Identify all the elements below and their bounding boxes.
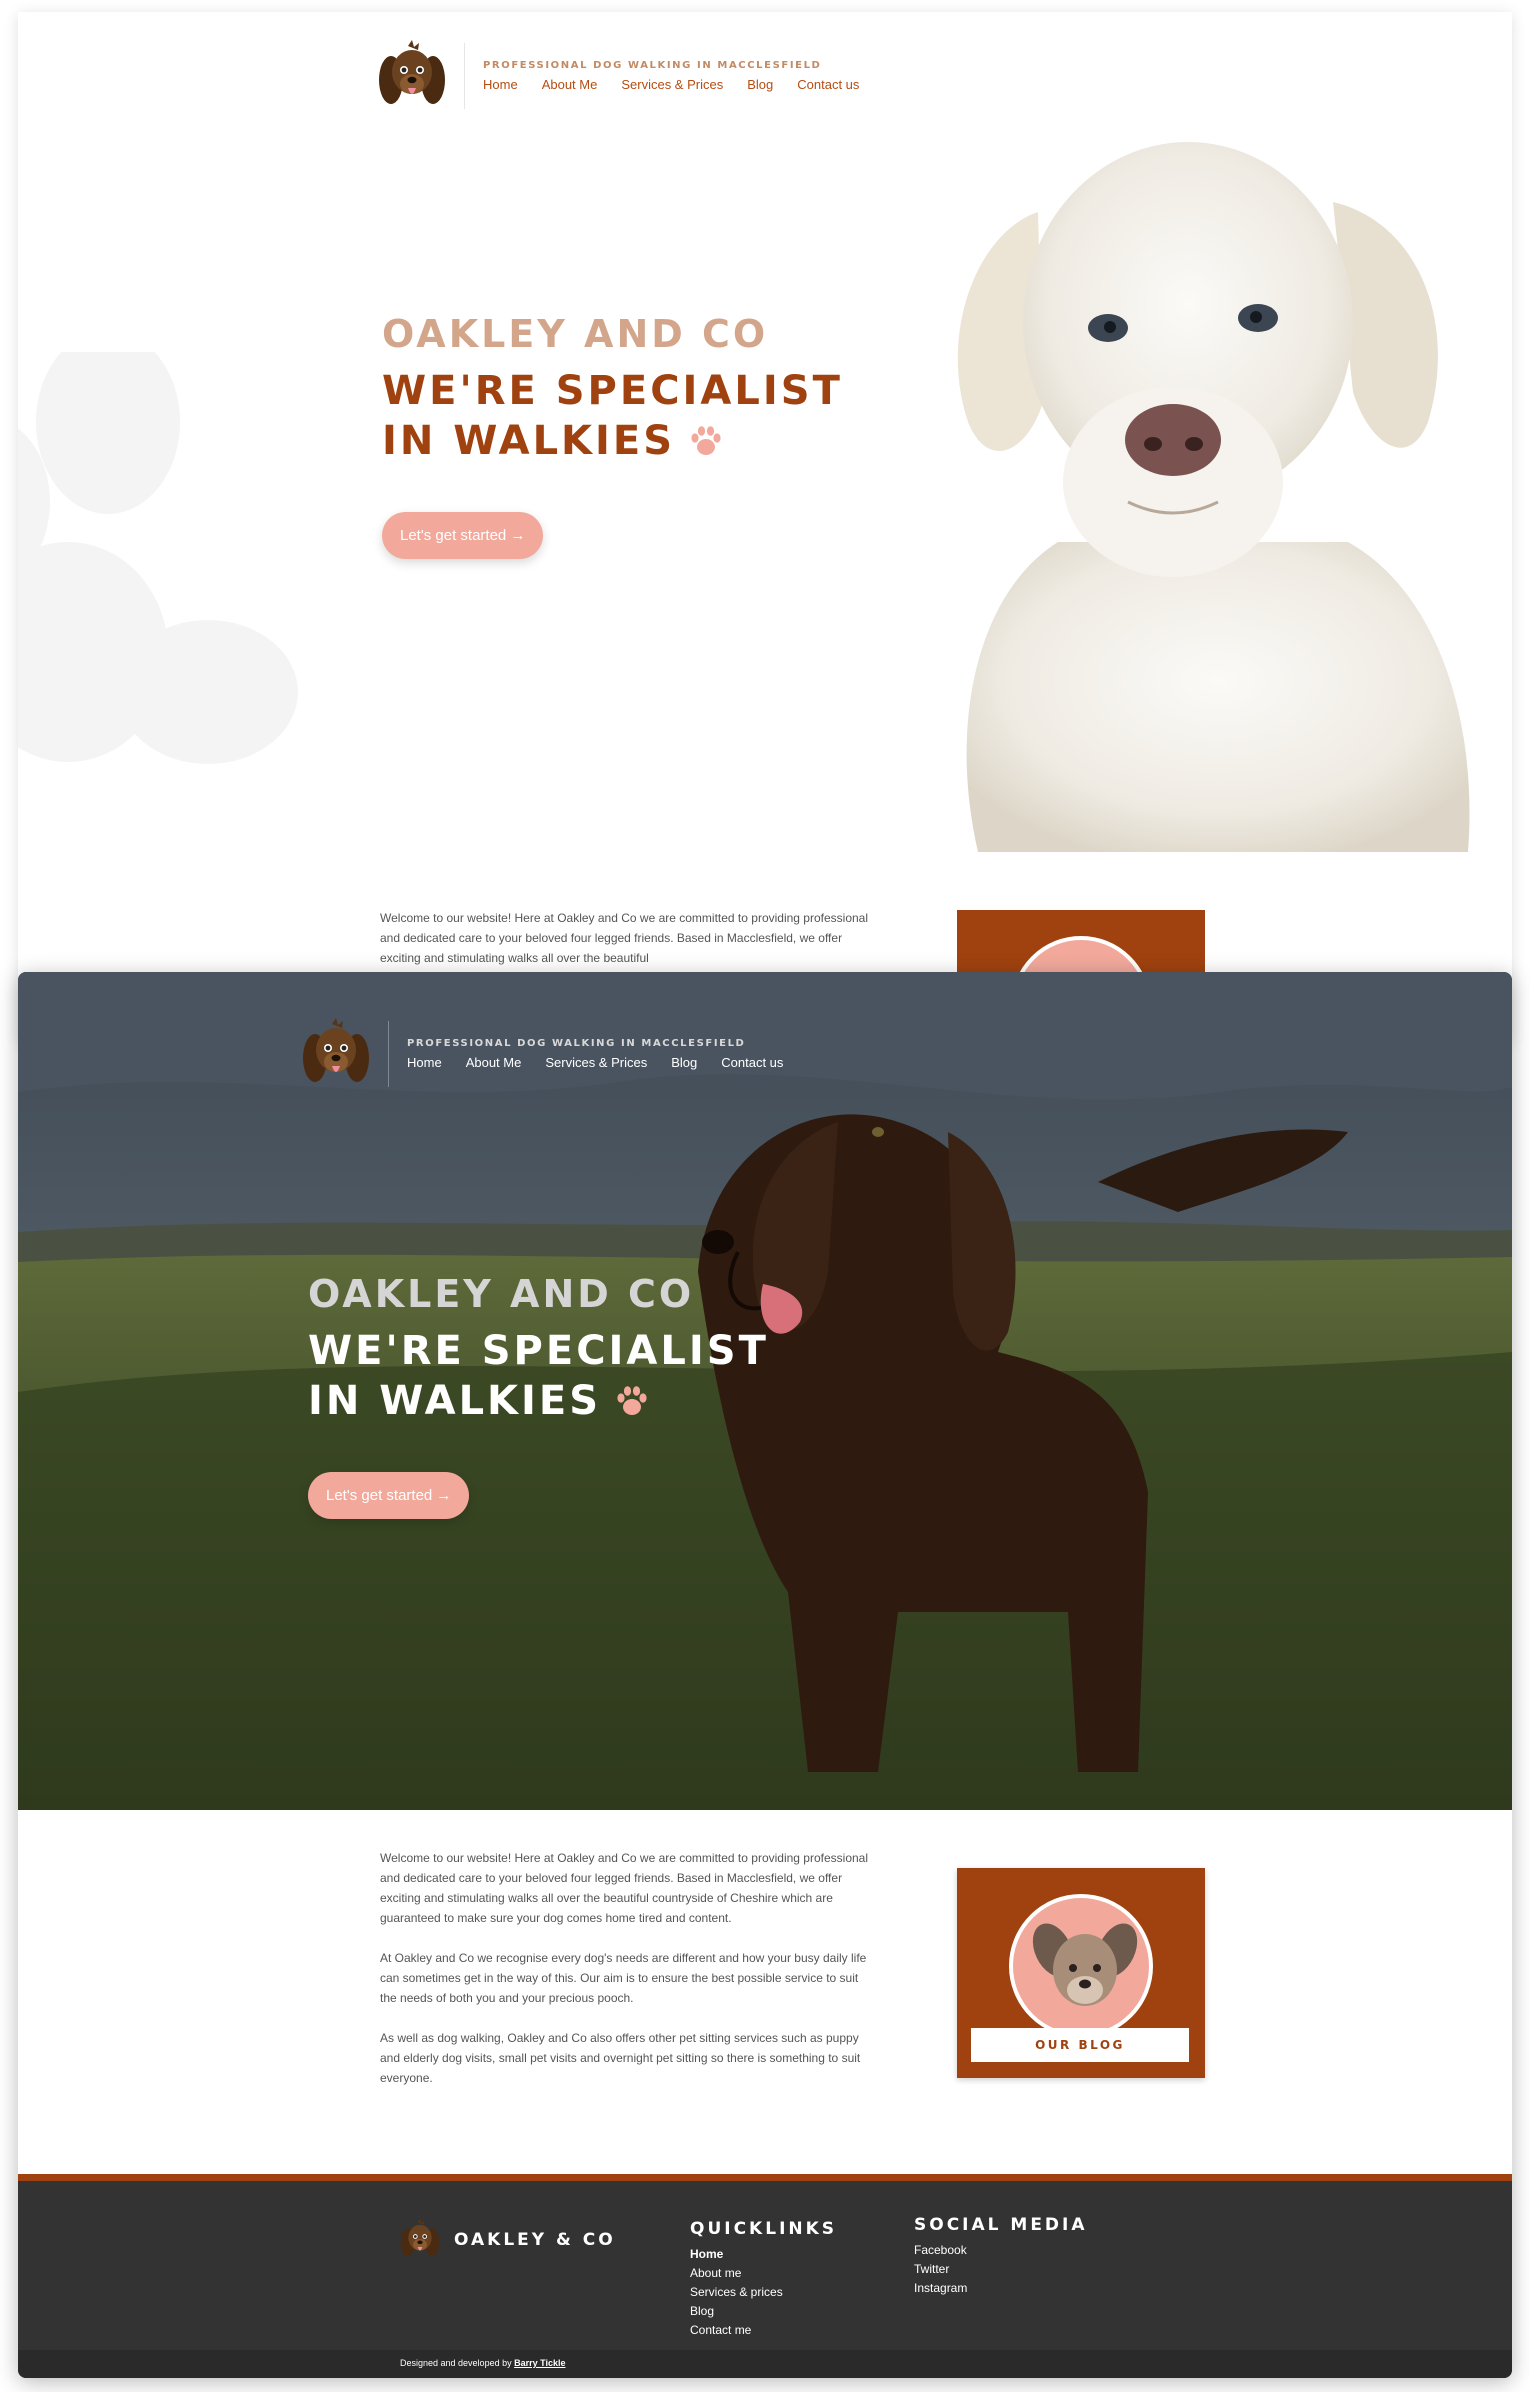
site-footer: OAKLEY & CO QUICKLINKS Home About me Ser… xyxy=(18,2174,1512,2378)
intro-section: Welcome to our website! Here at Oakley a… xyxy=(18,1810,1512,2198)
paw-print-background xyxy=(18,352,298,764)
footer-link-blog[interactable]: Blog xyxy=(690,2302,837,2321)
our-blog-button[interactable]: OUR BLOG xyxy=(971,2028,1189,2062)
nav-blog[interactable]: Blog xyxy=(671,1055,697,1070)
footer-bottom-bar: Designed and developed by Barry Tickle xyxy=(18,2350,1512,2378)
footer-link-services-prices[interactable]: Services & prices xyxy=(690,2283,837,2302)
logo-dog-icon[interactable] xyxy=(378,40,446,112)
nav-home[interactable]: Home xyxy=(483,77,518,92)
footer-logo-icon xyxy=(400,2219,440,2261)
intro-text: Welcome to our website! Here at Oakley a… xyxy=(380,1848,870,2108)
white-dog-photo xyxy=(957,142,1470,852)
logo-dog-icon[interactable] xyxy=(302,1018,370,1090)
footer-link-home[interactable]: Home xyxy=(690,2245,837,2264)
tagline: PROFESSIONAL DOG WALKING IN MACCLESFIELD xyxy=(407,1038,746,1049)
footer-link-about-me[interactable]: About me xyxy=(690,2264,837,2283)
header-divider xyxy=(464,43,465,109)
intro-paragraph: At Oakley and Co we recognise every dog'… xyxy=(380,1951,867,2005)
nav-contact-us[interactable]: Contact us xyxy=(721,1055,783,1070)
intro-paragraph: As well as dog walking, Oakley and Co al… xyxy=(380,2031,861,2085)
hero-subtitle: WE'RE SPECIALIST IN WALKIES xyxy=(308,1326,769,1426)
nav-services-prices[interactable]: Services & Prices xyxy=(621,77,723,92)
main-nav: Home About Me Services & Prices Blog Con… xyxy=(407,1055,783,1070)
page-preview-dark: PROFESSIONAL DOG WALKING IN MACCLESFIELD… xyxy=(18,972,1512,2378)
page-preview-light: PROFESSIONAL DOG WALKING IN MACCLESFIELD… xyxy=(18,12,1512,1042)
header-divider xyxy=(388,1021,389,1087)
quicklinks-heading: QUICKLINKS xyxy=(690,2219,838,2239)
get-started-button[interactable]: Let's get started → xyxy=(308,1472,470,1519)
blog-avatar-circle xyxy=(1009,1894,1153,2038)
footer-link-contact-me[interactable]: Contact me xyxy=(690,2321,837,2340)
social-link-twitter[interactable]: Twitter xyxy=(914,2260,1088,2279)
blog-card[interactable]: OUR BLOG xyxy=(957,1868,1205,2078)
main-nav: Home About Me Services & Prices Blog Con… xyxy=(483,77,859,92)
hero-title: OAKLEY AND CO xyxy=(308,1272,695,1316)
hero-subtitle-line2: IN WALKIES xyxy=(382,418,676,464)
intro-paragraph: Welcome to our website! Here at Oakley a… xyxy=(380,1851,869,1925)
nav-contact-us[interactable]: Contact us xyxy=(797,77,859,92)
intro-text-preview: Welcome to our website! Here at Oakley a… xyxy=(380,911,869,965)
nav-about-me[interactable]: About Me xyxy=(466,1055,522,1070)
site-header: PROFESSIONAL DOG WALKING IN MACCLESFIELD… xyxy=(302,1018,783,1090)
credit-prefix: Designed and developed by xyxy=(400,2358,512,2368)
credit-link[interactable]: Barry Tickle xyxy=(514,2358,565,2368)
footer-brand-name: OAKLEY & CO xyxy=(454,2230,616,2250)
tagline: PROFESSIONAL DOG WALKING IN MACCLESFIELD xyxy=(483,60,822,71)
hero-subtitle-line1: WE'RE SPECIALIST xyxy=(382,368,843,414)
nav-home[interactable]: Home xyxy=(407,1055,442,1070)
hero-title: OAKLEY AND CO xyxy=(382,312,769,356)
paw-icon xyxy=(689,424,723,458)
designer-credit: Designed and developed by Barry Tickle xyxy=(400,2358,565,2368)
social-media-heading: SOCIAL MEDIA xyxy=(914,2215,1088,2235)
hero-subtitle: WE'RE SPECIALIST IN WALKIES xyxy=(382,366,843,466)
social-link-facebook[interactable]: Facebook xyxy=(914,2241,1088,2260)
social-link-instagram[interactable]: Instagram xyxy=(914,2279,1088,2298)
nav-blog[interactable]: Blog xyxy=(747,77,773,92)
hero-section: PROFESSIONAL DOG WALKING IN MACCLESFIELD… xyxy=(18,12,1512,852)
quicklinks-column: QUICKLINKS Home About me Services & pric… xyxy=(690,2219,837,2340)
hero-section: PROFESSIONAL DOG WALKING IN MACCLESFIELD… xyxy=(18,972,1512,1810)
get-started-button[interactable]: Let's get started → xyxy=(382,512,544,559)
hero-text: OAKLEY AND CO WE'RE SPECIALIST IN WALKIE… xyxy=(308,1272,769,1519)
nav-services-prices[interactable]: Services & Prices xyxy=(545,1055,647,1070)
footer-brand: OAKLEY & CO xyxy=(400,2219,616,2261)
social-media-column: SOCIAL MEDIA Facebook Twitter Instagram xyxy=(914,2215,1088,2298)
hero-text: OAKLEY AND CO WE'RE SPECIALIST IN WALKIE… xyxy=(382,312,843,559)
paw-icon xyxy=(615,1384,649,1418)
nav-about-me[interactable]: About Me xyxy=(542,77,598,92)
hero-subtitle-line2: IN WALKIES xyxy=(308,1378,602,1424)
puppy-icon xyxy=(1032,1923,1138,2006)
site-header: PROFESSIONAL DOG WALKING IN MACCLESFIELD… xyxy=(378,40,859,112)
hero-subtitle-line1: WE'RE SPECIALIST xyxy=(308,1328,769,1374)
